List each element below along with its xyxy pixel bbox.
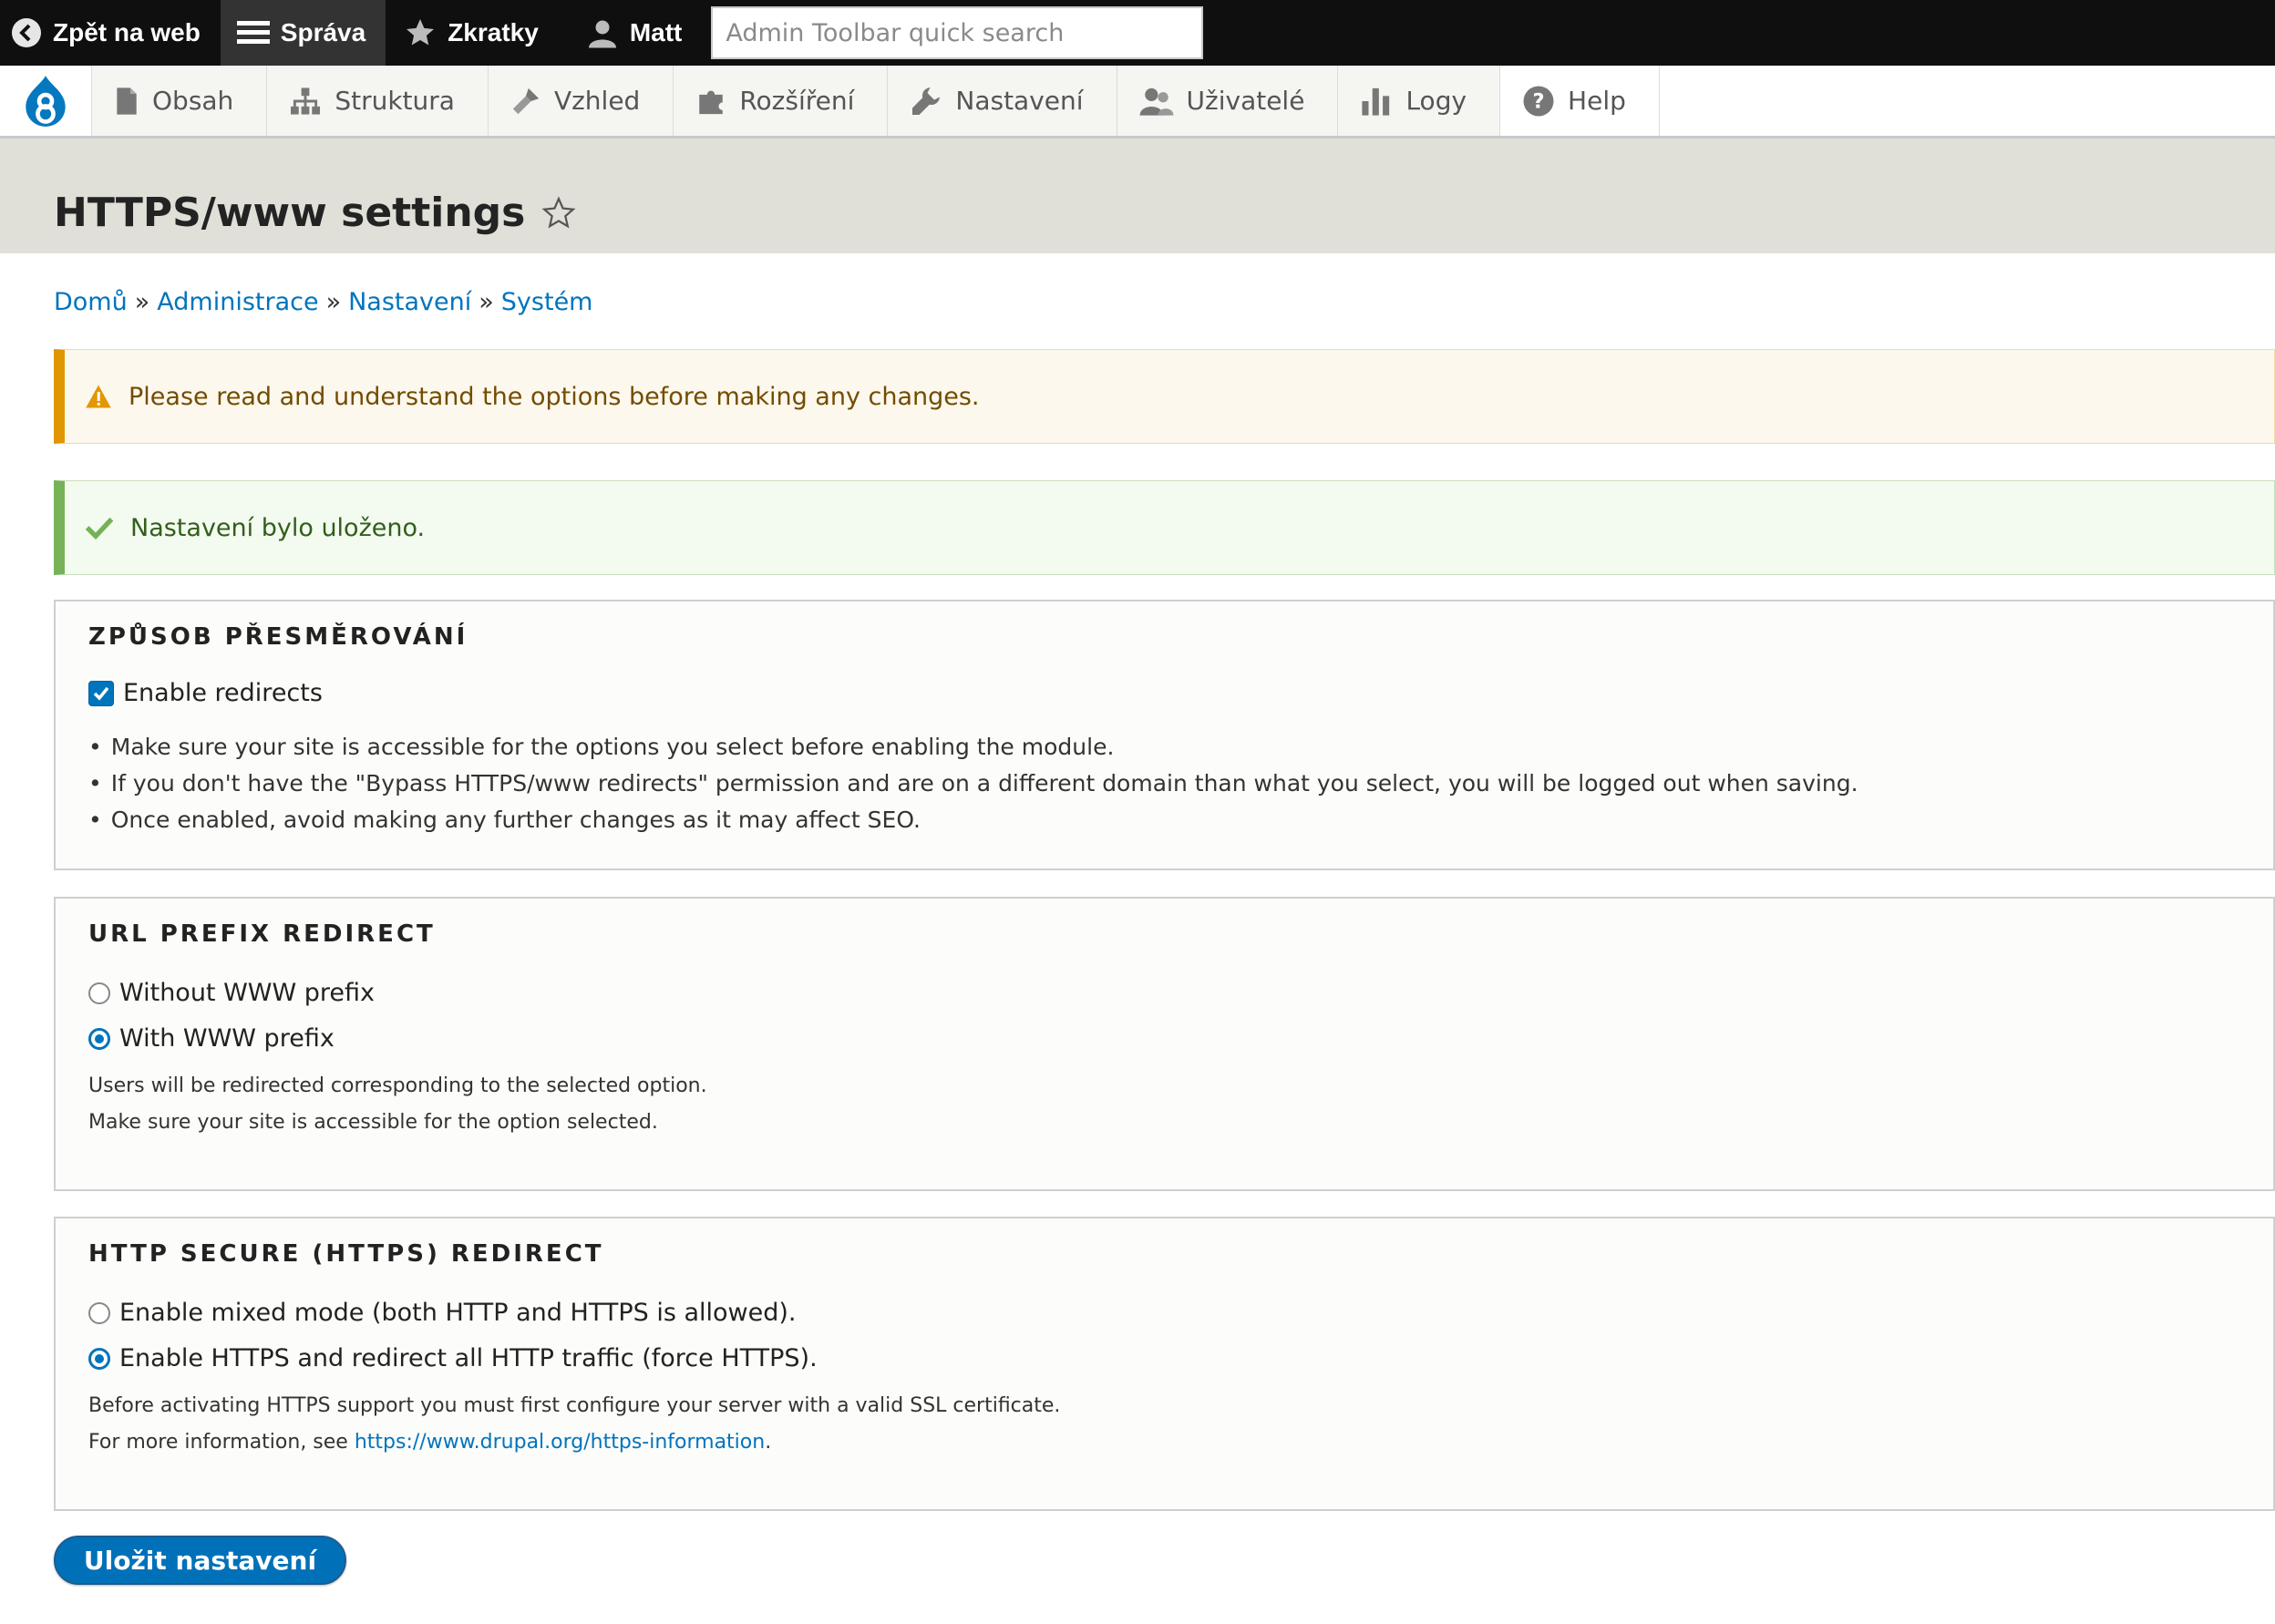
description-line: Before activating HTTPS support you must… — [88, 1394, 1061, 1417]
sitemap-icon — [291, 87, 321, 115]
manage-tab[interactable]: Správa — [220, 0, 386, 66]
tray-item-label: Rozšíření — [739, 86, 855, 116]
https-info-link[interactable]: https://www.drupal.org/https-information — [355, 1431, 765, 1454]
fieldset-legend: ZPŮSOB PŘESMĚROVÁNÍ — [88, 623, 468, 651]
radio-force-https[interactable]: Enable HTTPS and redirect all HTTP traff… — [88, 1344, 818, 1372]
tray-item-help[interactable]: ? Help — [1500, 66, 1660, 136]
warning-icon — [86, 385, 111, 408]
admin-tray: Obsah Struktura Vzhled Rozšíření Nastave… — [0, 66, 2275, 139]
page-header: HTTPS/www settings — [0, 139, 2275, 253]
tray-item-label: Struktura — [335, 86, 455, 116]
chevron-left-circle-icon — [12, 18, 41, 47]
breadcrumb-separator: » — [479, 288, 494, 316]
tray-item-rozsireni[interactable]: Rozšíření — [674, 66, 889, 136]
page-title-wrap: HTTPS/www settings — [54, 190, 576, 236]
radio-without-www[interactable]: Without WWW prefix — [88, 979, 375, 1007]
redirect-method-fieldset: ZPŮSOB PŘESMĚROVÁNÍ Enable redirects Mak… — [54, 600, 2275, 870]
description-prefix: For more information, see — [88, 1431, 348, 1454]
admin-toolbar: Zpět na web Správa Zkratky Matt — [0, 0, 2275, 66]
https-description: Before activating HTTPS support you must… — [88, 1388, 1060, 1461]
breadcrumb-separator: » — [134, 288, 150, 316]
drupal-logo[interactable] — [0, 66, 92, 136]
radio-label: Enable HTTPS and redirect all HTTP traff… — [119, 1344, 818, 1372]
warning-text: Please read and understand the options b… — [129, 382, 980, 411]
user-label: Matt — [629, 18, 683, 46]
wrench-icon — [912, 87, 941, 115]
enable-redirects-checkbox[interactable] — [88, 680, 114, 706]
star-outline-icon[interactable] — [541, 195, 576, 231]
paintbrush-icon — [512, 87, 540, 114]
tray-item-obsah[interactable]: Obsah — [92, 66, 268, 136]
list-item: Once enabled, avoid making any further c… — [88, 802, 1858, 838]
fieldset-legend: HTTP SECURE (HTTPS) REDIRECT — [88, 1240, 604, 1268]
radio-with-www[interactable]: With WWW prefix — [88, 1024, 335, 1053]
radio-label: With WWW prefix — [119, 1024, 335, 1053]
breadcrumb-link[interactable]: Systém — [501, 288, 593, 316]
radio-mixed-mode[interactable]: Enable mixed mode (both HTTP and HTTPS i… — [88, 1299, 797, 1327]
document-icon — [117, 87, 137, 115]
radio-label: Enable mixed mode (both HTTP and HTTPS i… — [119, 1299, 797, 1327]
manage-label: Správa — [280, 18, 366, 46]
user-icon — [588, 20, 616, 48]
list-item: If you don't have the "Bypass HTTPS/www … — [88, 766, 1858, 802]
checkmark-icon — [85, 517, 114, 540]
url-prefix-fieldset: URL PREFIX REDIRECT Without WWW prefix W… — [54, 897, 2275, 1191]
puzzle-icon — [699, 90, 724, 114]
tray-item-label: Obsah — [152, 86, 234, 116]
tray-item-struktura[interactable]: Struktura — [267, 66, 489, 136]
breadcrumb-link[interactable]: Domů — [54, 288, 128, 316]
tray-item-nastaveni[interactable]: Nastavení — [888, 66, 1117, 136]
description-line: Make sure your site is accessible for th… — [88, 1111, 658, 1134]
breadcrumb-separator: » — [325, 288, 342, 316]
radio-label: Without WWW prefix — [119, 979, 376, 1007]
bar-chart-icon — [1362, 87, 1390, 116]
url-prefix-description: Users will be redirected corresponding t… — [88, 1068, 707, 1141]
tray-item-logy[interactable]: Logy — [1338, 66, 1501, 136]
description-line: For more information, see https://www.dr… — [88, 1424, 1060, 1461]
help-icon: ? — [1523, 86, 1554, 116]
radio-button[interactable] — [88, 1301, 110, 1324]
status-message: Nastavení bylo uloženo. — [54, 480, 2275, 575]
description-suffix: . — [765, 1431, 772, 1454]
breadcrumb-link[interactable]: Administrace — [157, 288, 318, 316]
tray-item-label: Vzhled — [553, 86, 641, 116]
star-icon — [407, 19, 435, 46]
shortcuts-tab[interactable]: Zkratky — [386, 0, 559, 66]
radio-button[interactable] — [88, 982, 110, 1004]
hamburger-icon — [236, 21, 270, 44]
page-title: HTTPS/www settings — [54, 190, 526, 236]
enable-redirects-label: Enable redirects — [123, 679, 323, 707]
warning-message: Please read and understand the options b… — [54, 349, 2275, 444]
description-line: Users will be redirected corresponding t… — [88, 1074, 707, 1097]
save-settings-button[interactable]: Uložit nastavení — [54, 1536, 346, 1585]
breadcrumb: Domů» Administrace» Nastavení» Systém — [54, 288, 592, 316]
svg-text:?: ? — [1533, 89, 1545, 113]
tray-item-label: Nastavení — [955, 86, 1084, 116]
radio-button-selected[interactable] — [88, 1027, 110, 1050]
check-icon — [93, 686, 109, 701]
tray-item-vzhled[interactable]: Vzhled — [488, 66, 674, 136]
https-redirect-fieldset: HTTP SECURE (HTTPS) REDIRECT Enable mixe… — [54, 1217, 2275, 1511]
user-tab[interactable]: Matt — [559, 0, 703, 66]
status-text: Nastavení bylo uloženo. — [130, 513, 426, 542]
radio-button-selected[interactable] — [88, 1347, 110, 1370]
tray-item-label: Help — [1568, 86, 1626, 116]
list-item: Make sure your site is accessible for th… — [88, 729, 1858, 766]
redirect-notes-list: Make sure your site is accessible for th… — [88, 729, 1858, 838]
back-to-site-link[interactable]: Zpět na web — [0, 0, 221, 66]
admin-search-input[interactable] — [711, 6, 1204, 59]
people-icon — [1139, 87, 1173, 116]
enable-redirects-row[interactable]: Enable redirects — [88, 679, 323, 707]
drupal-drop-icon — [26, 75, 66, 127]
breadcrumb-link[interactable]: Nastavení — [348, 288, 471, 316]
tray-item-label: Logy — [1405, 86, 1467, 116]
shortcuts-label: Zkratky — [448, 18, 539, 46]
tray-item-uzivatele[interactable]: Uživatelé — [1117, 66, 1339, 136]
tray-item-label: Uživatelé — [1186, 86, 1305, 116]
fieldset-legend: URL PREFIX REDIRECT — [88, 920, 436, 948]
back-to-site-label: Zpět na web — [53, 18, 201, 46]
